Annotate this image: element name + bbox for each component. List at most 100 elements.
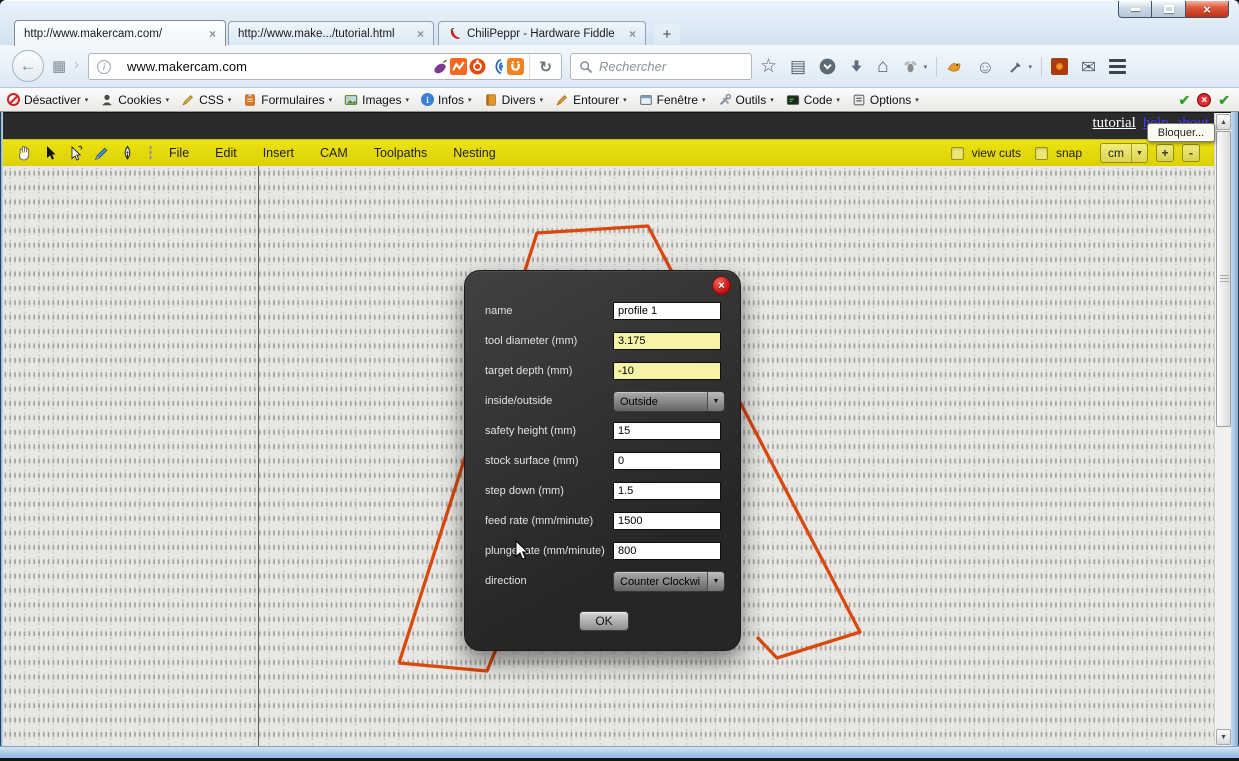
chevron-down-icon: ▾: [85, 96, 89, 104]
close-tab-icon[interactable]: ×: [629, 27, 636, 41]
close-dialog-button[interactable]: ×: [712, 276, 731, 295]
units-dropdown[interactable]: cm ▼: [1100, 143, 1148, 163]
tutorial-link[interactable]: tutorial: [1093, 115, 1136, 132]
devbar-item-disable[interactable]: Désactiver ▾: [7, 93, 88, 107]
menu-file[interactable]: File: [169, 146, 189, 160]
menu-nesting[interactable]: Nesting: [453, 146, 495, 160]
scrollbar-thumb[interactable]: [1216, 131, 1231, 427]
reload-icon[interactable]: ↻: [529, 54, 561, 79]
image-icon: [344, 93, 358, 107]
direction-select[interactable]: Counter Clockwi ▼: [613, 571, 725, 592]
home-icon[interactable]: ⌂: [877, 57, 888, 76]
field-label: step down (mm): [485, 485, 564, 497]
bird-addon-icon[interactable]: [946, 58, 963, 75]
chili-favicon-icon: [448, 27, 461, 42]
devbar-item-tools[interactable]: Outils▾: [718, 93, 774, 107]
bookmarks-list-icon[interactable]: ▤: [790, 58, 806, 75]
wave-icon[interactable]: [488, 58, 505, 75]
menu-cam[interactable]: CAM: [320, 146, 348, 160]
chevron-down-icon[interactable]: ▾: [924, 63, 928, 71]
devbar-item-images[interactable]: Images▾: [344, 93, 409, 107]
tab-chilipeppr[interactable]: ChiliPeppr - Hardware Fiddle ×: [438, 21, 646, 46]
devbar-label: Désactiver: [24, 93, 81, 107]
pan-hand-icon[interactable]: [13, 143, 34, 164]
zoom-out-button[interactable]: -: [1182, 144, 1200, 162]
target-depth-field[interactable]: [613, 362, 721, 380]
site-info-icon[interactable]: i: [97, 60, 111, 74]
error-cross-icon[interactable]: ×: [1197, 93, 1211, 107]
tab-makercam[interactable]: http://www.makercam.com/ ×: [14, 20, 226, 46]
red-addon-icon[interactable]: [1051, 58, 1068, 75]
plunge-rate-field[interactable]: [613, 542, 721, 560]
valid-check-icon[interactable]: ✔: [1179, 92, 1191, 109]
pencil-tool-icon[interactable]: [91, 143, 112, 164]
chevron-down-icon: ▾: [468, 96, 472, 104]
devbar-item-code[interactable]: Code▾: [786, 93, 840, 107]
u-smiley-icon[interactable]: [507, 58, 524, 75]
field-label: inside/outside: [485, 395, 552, 407]
step-down-field[interactable]: [613, 482, 721, 500]
menu-edit[interactable]: Edit: [215, 146, 237, 160]
inside-outside-select[interactable]: Outside ▼: [613, 391, 725, 412]
name-field[interactable]: [613, 302, 721, 320]
new-tab-button[interactable]: +: [654, 24, 680, 44]
devbar-item-css[interactable]: CSS▾: [181, 93, 231, 107]
chevron-down-icon[interactable]: ▼: [1131, 144, 1147, 162]
stock-surface-field[interactable]: [613, 452, 721, 470]
eggplant-icon[interactable]: [431, 58, 448, 75]
feed-rate-field[interactable]: [613, 512, 721, 530]
url-input[interactable]: [118, 54, 431, 79]
devbar-label: Cookies: [118, 93, 161, 107]
bookmark-star-icon[interactable]: ☆: [760, 57, 777, 76]
minimize-button[interactable]: [1118, 1, 1152, 18]
pen-nib-icon[interactable]: [117, 143, 138, 164]
close-window-button[interactable]: ×: [1185, 1, 1229, 18]
zoom-in-button[interactable]: +: [1156, 144, 1174, 162]
close-tab-icon[interactable]: ×: [209, 27, 216, 41]
devbar-item-window[interactable]: Fenêtre▾: [639, 93, 706, 107]
pocket-icon[interactable]: [819, 58, 836, 75]
devbar-item-options[interactable]: Options▾: [852, 93, 919, 107]
info-icon: i: [421, 93, 434, 106]
devbar-item-infos[interactable]: iInfos▾: [421, 93, 472, 107]
scroll-down-icon[interactable]: ▼: [1216, 729, 1231, 745]
maximize-button[interactable]: [1152, 1, 1185, 18]
profile-parameters-dialog: × name tool diameter (mm) target depth (…: [464, 270, 741, 651]
menu-icon[interactable]: [1109, 59, 1126, 74]
swirl-circle-icon[interactable]: [469, 58, 486, 75]
chevron-down-icon[interactable]: ▼: [707, 392, 724, 411]
menu-insert[interactable]: Insert: [263, 146, 294, 160]
menu-toolpaths[interactable]: Toolpaths: [374, 146, 428, 160]
downloads-icon[interactable]: [849, 59, 864, 74]
devbar-item-cookies[interactable]: Cookies▾: [100, 93, 169, 107]
scroll-up-icon[interactable]: ▲: [1216, 114, 1231, 130]
ok-button[interactable]: OK: [579, 611, 629, 631]
devbar-item-forms[interactable]: Formulaires▾: [243, 93, 332, 107]
zigzag-icon[interactable]: [450, 58, 467, 75]
search-bar[interactable]: [570, 53, 752, 80]
chevron-down-icon[interactable]: ▼: [707, 572, 724, 591]
vertical-scrollbar[interactable]: ▲ ▼: [1214, 113, 1231, 746]
eyedropper-icon[interactable]: [1008, 59, 1024, 75]
valid-check-icon[interactable]: ✔: [1218, 92, 1230, 109]
minimize-icon: [1131, 8, 1140, 11]
select-arrow-icon[interactable]: [39, 143, 60, 164]
safety-height-field[interactable]: [613, 422, 721, 440]
devbar-item-outline[interactable]: Entourer▾: [555, 93, 627, 107]
mail-icon[interactable]: ✉: [1081, 58, 1096, 76]
search-input[interactable]: [599, 59, 751, 74]
view-cuts-checkbox[interactable]: [951, 147, 964, 160]
snap-checkbox[interactable]: [1035, 147, 1048, 160]
pages-grid-icon[interactable]: ▦: [52, 57, 66, 75]
back-button[interactable]: ←: [12, 50, 44, 82]
url-bar[interactable]: i ↻: [88, 53, 562, 80]
fly-addon-icon[interactable]: [902, 58, 919, 75]
chevron-down-icon[interactable]: ▾: [1029, 63, 1033, 71]
smiley-addon-icon[interactable]: ☺: [976, 58, 994, 76]
devbar-item-misc[interactable]: Divers▾: [484, 93, 544, 107]
tool-diameter-field[interactable]: [613, 332, 721, 350]
close-tab-icon[interactable]: ×: [417, 27, 424, 41]
tab-tutorial[interactable]: http://www.make.../tutorial.html ×: [228, 21, 434, 46]
direct-select-icon[interactable]: [65, 143, 86, 164]
devbar-label: Divers: [502, 93, 536, 107]
